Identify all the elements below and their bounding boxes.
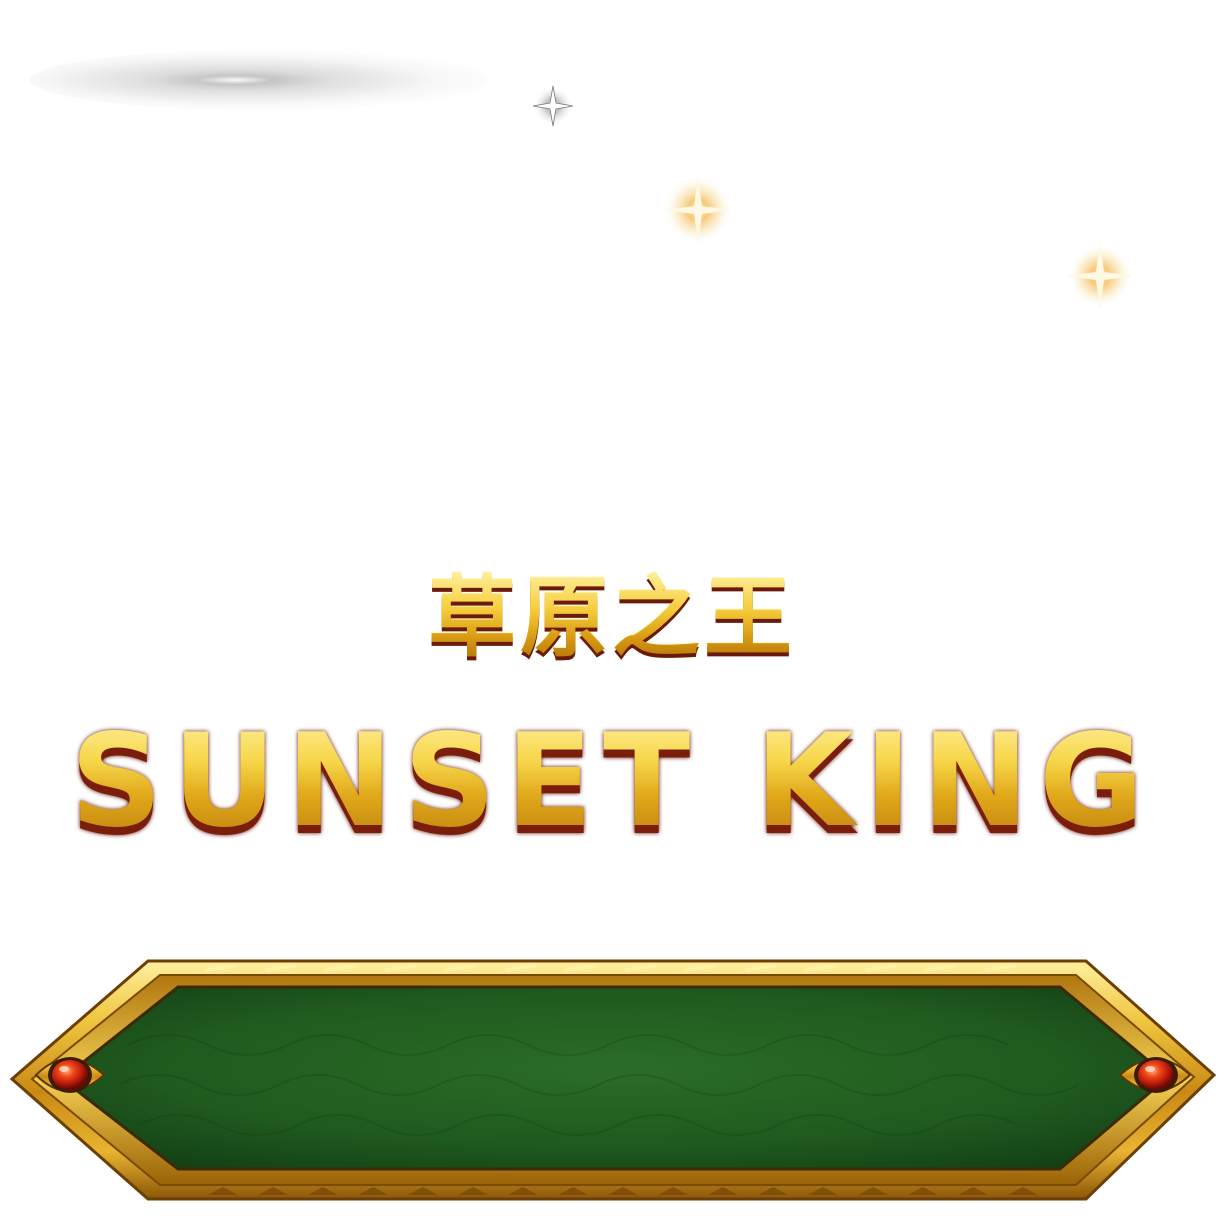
sparkle-icon xyxy=(664,176,732,244)
game-title-screen: 草原之王 SUNSET KING xyxy=(0,0,1224,1224)
sparkle-icon xyxy=(1066,242,1134,310)
title-chinese: 草原之王 xyxy=(0,568,1224,668)
ornate-panel xyxy=(9,959,1217,1201)
light-streak-core xyxy=(200,76,270,84)
sparkle-icon xyxy=(532,85,574,127)
title-english: SUNSET KING xyxy=(0,712,1224,852)
